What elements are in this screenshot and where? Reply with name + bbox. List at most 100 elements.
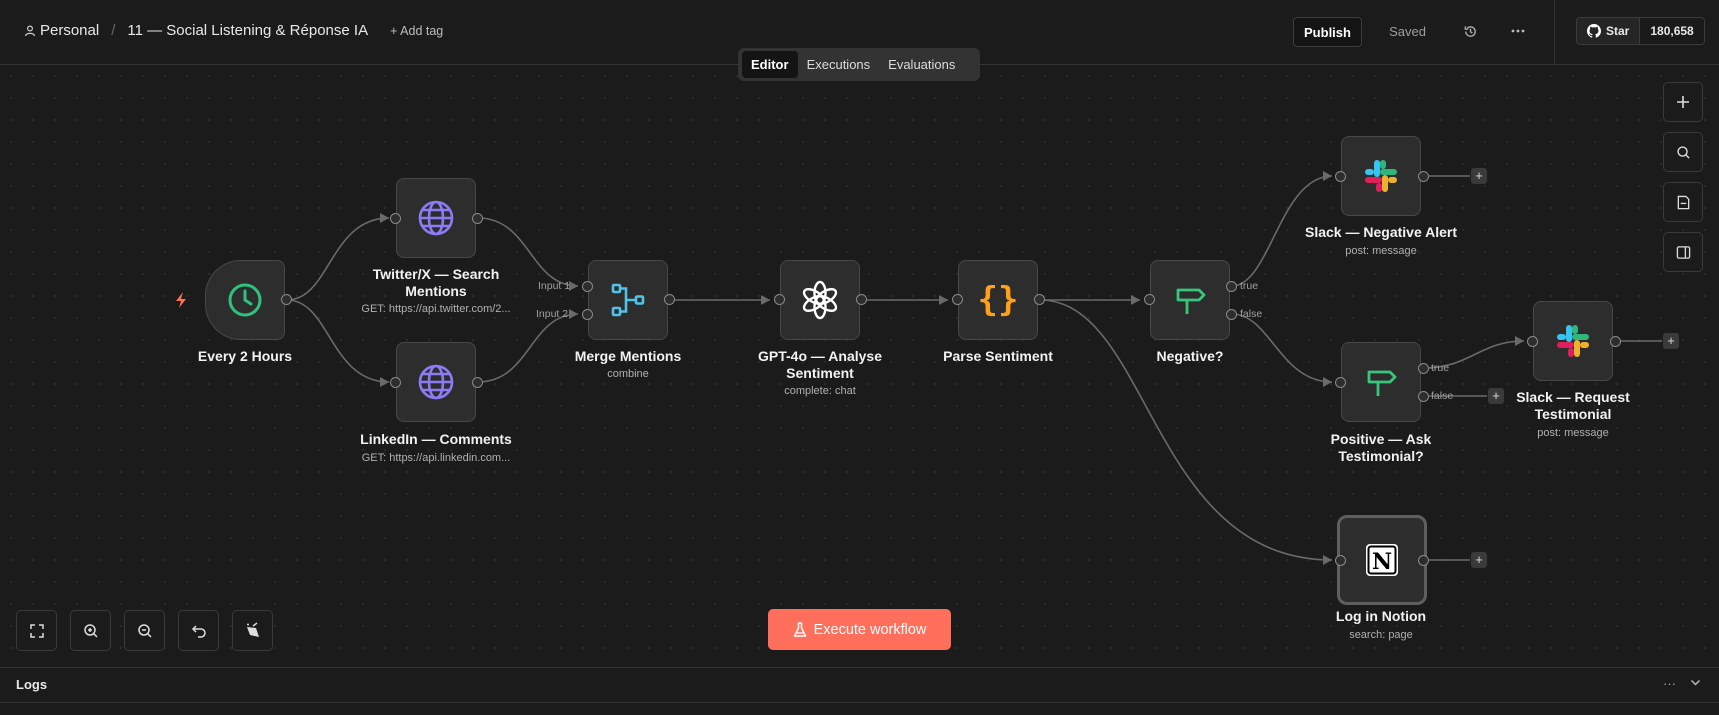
input-port[interactable]: [1335, 555, 1346, 566]
slack-icon: [1557, 325, 1589, 357]
search-icon: [1676, 145, 1690, 159]
arrow-head: [1323, 377, 1332, 387]
node-label: Parse Sentiment: [943, 348, 1053, 364]
node-label: GPT-4o — Analyse Sentiment: [758, 348, 882, 381]
tidy-up-button[interactable]: [232, 610, 273, 651]
logs-panel[interactable]: Logs ···: [0, 667, 1719, 703]
output-port[interactable]: [1034, 294, 1045, 305]
add-next-node-button[interactable]: +: [1471, 168, 1487, 184]
node-subtitle: post: message: [1345, 245, 1417, 257]
node-label: Positive — Ask Testimonial?: [1330, 431, 1432, 464]
github-star-label: Star: [1606, 24, 1630, 38]
signpost-icon: [1176, 288, 1206, 314]
node-linkedin-comments[interactable]: [396, 342, 476, 422]
clock-icon: [228, 283, 262, 317]
workspace-link[interactable]: Personal: [40, 22, 99, 39]
output-port[interactable]: [1418, 171, 1429, 182]
node-parse-sentiment[interactable]: {}: [958, 260, 1038, 340]
sticky-note-button[interactable]: [1663, 182, 1703, 222]
github-star-widget[interactable]: Star 180,658: [1576, 17, 1705, 45]
tab-evaluations[interactable]: Evaluations: [879, 51, 964, 78]
add-node-button[interactable]: [1663, 82, 1703, 122]
zoom-out-button[interactable]: [124, 610, 165, 651]
arrow-head: [1131, 295, 1140, 305]
input-port[interactable]: [1144, 294, 1155, 305]
publish-button[interactable]: Publish: [1293, 17, 1362, 47]
undo-button[interactable]: [178, 610, 219, 651]
false-output-port[interactable]: [1418, 391, 1429, 402]
output-port[interactable]: [1418, 555, 1429, 566]
output-port[interactable]: [664, 294, 675, 305]
output-port[interactable]: [1610, 336, 1621, 347]
output-port[interactable]: [472, 213, 483, 224]
node-subtitle: post: message: [1537, 427, 1609, 439]
input-port[interactable]: [390, 377, 401, 388]
user-icon: [24, 24, 36, 36]
node-gpt-analyse[interactable]: [780, 260, 860, 340]
output-port[interactable]: [472, 377, 483, 388]
github-star-count[interactable]: 180,658: [1640, 18, 1704, 44]
input-port[interactable]: [1335, 377, 1346, 388]
node-slack-negative-alert[interactable]: [1341, 136, 1421, 216]
node-slack-request-testimonial[interactable]: [1533, 301, 1613, 381]
node-label: Slack — Negative Alert: [1305, 224, 1457, 240]
view-tabs: Editor Executions Evaluations: [738, 48, 980, 81]
node-twitter-search[interactable]: [396, 178, 476, 258]
panel-right-icon: [1676, 245, 1690, 259]
input-1-label: Input 1: [538, 280, 571, 292]
workflow-name[interactable]: 11 — Social Listening & Réponse IA: [127, 22, 368, 39]
search-nodes-button[interactable]: [1663, 132, 1703, 172]
arrow-head: [1323, 555, 1332, 565]
code-braces-icon: {}: [977, 280, 1019, 320]
tab-editor[interactable]: Editor: [742, 51, 798, 78]
sticky-note-icon: [1677, 195, 1689, 209]
github-icon: [1587, 24, 1601, 38]
merge-icon: [611, 283, 645, 317]
node-subtitle: search: page: [1349, 629, 1413, 641]
input-2-label: Input 2: [536, 308, 569, 320]
plus-icon: [1677, 96, 1689, 108]
node-positive-if[interactable]: [1341, 342, 1421, 422]
logs-title: Logs: [16, 677, 48, 692]
toggle-panel-button[interactable]: [1663, 232, 1703, 272]
node-subtitle: combine: [607, 368, 649, 380]
input-port-2[interactable]: [582, 309, 593, 320]
zoom-out-icon: [137, 623, 152, 638]
fit-view-button[interactable]: [16, 610, 57, 651]
input-port[interactable]: [1527, 336, 1538, 347]
input-port[interactable]: [390, 213, 401, 224]
node-every-2-hours[interactable]: [205, 260, 285, 340]
zoom-in-button[interactable]: [70, 610, 111, 651]
node-merge-mentions[interactable]: [588, 260, 668, 340]
false-output-port[interactable]: [1226, 309, 1237, 320]
add-tag-button[interactable]: + Add tag: [390, 24, 443, 38]
input-port[interactable]: [774, 294, 785, 305]
arrow-head: [1515, 336, 1524, 346]
history-icon[interactable]: [1460, 17, 1480, 45]
node-subtitle: GET: https://api.linkedin.com...: [361, 452, 511, 464]
false-branch-label: false: [1240, 308, 1263, 320]
logs-more-icon[interactable]: ···: [1663, 676, 1676, 691]
more-options-icon[interactable]: [1508, 17, 1528, 45]
add-next-node-button[interactable]: +: [1471, 552, 1487, 568]
arrow-head: [569, 281, 578, 291]
chevron-down-icon[interactable]: [1690, 676, 1701, 691]
true-branch-label: true: [1240, 280, 1259, 292]
node-subtitle: GET: https://api.twitter.com/2...: [361, 303, 511, 315]
output-port[interactable]: [281, 294, 292, 305]
input-port[interactable]: [1335, 171, 1346, 182]
execute-workflow-button[interactable]: Execute workflow: [768, 609, 951, 650]
add-next-node-button[interactable]: +: [1663, 333, 1679, 349]
node-negative-if[interactable]: [1150, 260, 1230, 340]
output-port[interactable]: [856, 294, 867, 305]
broom-icon: [246, 621, 259, 637]
node-subtitle: complete: chat: [784, 385, 856, 397]
input-port-1[interactable]: [582, 281, 593, 292]
node-log-in-notion[interactable]: N: [1337, 515, 1427, 605]
tab-executions[interactable]: Executions: [798, 51, 880, 78]
true-output-port[interactable]: [1418, 363, 1429, 374]
github-star-button[interactable]: Star: [1577, 18, 1641, 44]
notion-icon: N: [1366, 544, 1398, 576]
input-port[interactable]: [952, 294, 963, 305]
true-output-port[interactable]: [1226, 281, 1237, 292]
